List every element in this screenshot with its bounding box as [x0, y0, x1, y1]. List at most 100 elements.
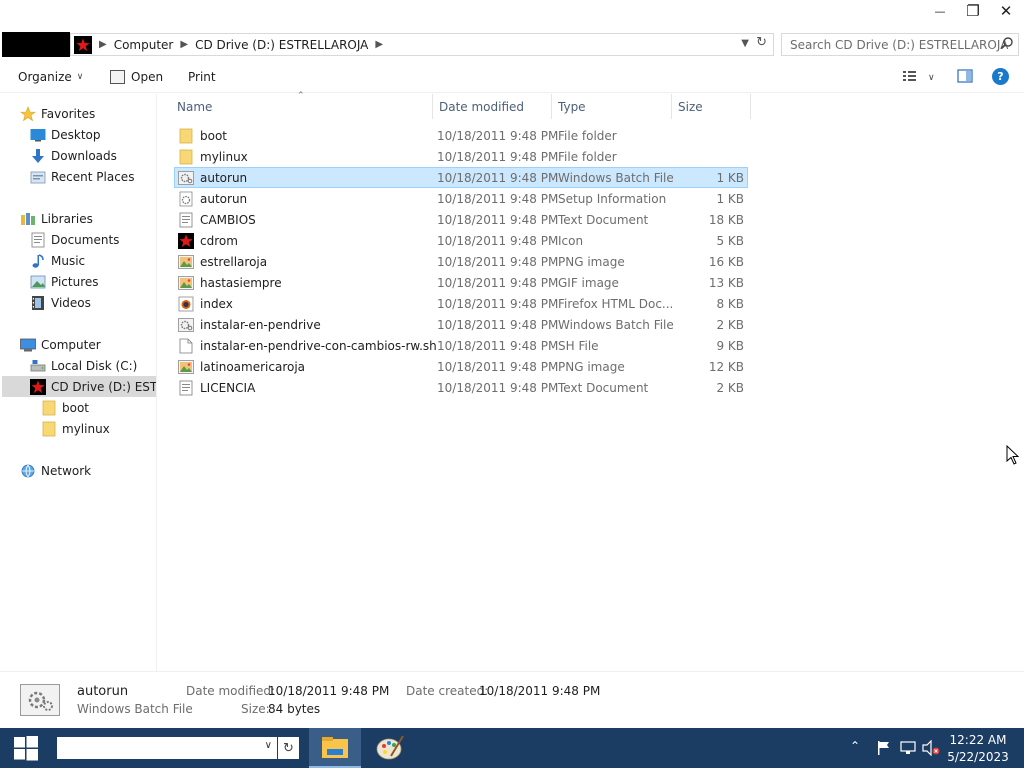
nav-music[interactable]: Music: [30, 250, 85, 271]
maximize-button[interactable]: ❐: [956, 0, 990, 22]
minimize-button[interactable]: —: [923, 0, 957, 22]
nav-videos[interactable]: Videos: [30, 292, 91, 313]
taskbar-file-explorer[interactable]: [309, 728, 361, 768]
print-button[interactable]: Print: [188, 70, 216, 84]
nav-downloads[interactable]: Downloads: [30, 145, 117, 166]
back-forward-buttons[interactable]: [2, 32, 70, 57]
file-row[interactable]: autorun 10/18/2011 9:48 PM Setup Informati…: [174, 188, 748, 209]
taskbar: ∨ ↻ ⌃ 12:22 AM 5/22/2023: [0, 728, 1024, 768]
nav-cd-drive[interactable]: CD Drive (D:) ESTRELLAROJA: [2, 376, 157, 397]
file-row[interactable]: mylinux 10/18/2011 9:48 PM File folder: [174, 146, 748, 167]
nav-pictures[interactable]: Pictures: [30, 271, 99, 292]
file-row[interactable]: instalar-en-pendrive 10/18/2011 9:48 PM Wi…: [174, 314, 748, 335]
nav-libraries[interactable]: Libraries: [20, 208, 93, 229]
file-row[interactable]: LICENCIA 10/18/2011 9:48 PM Text Document 2…: [174, 377, 748, 398]
file-name-cell: instalar-en-pendrive-con-cambios-rw.sh: [178, 335, 437, 356]
address-bar[interactable]: ▶ Computer ▶ CD Drive (D:) ESTRELLAROJA …: [70, 33, 774, 56]
nav-computer[interactable]: Computer: [20, 334, 101, 355]
file-size: 8 KB: [716, 296, 744, 311]
file-date: 10/18/2011 9:48 PM: [437, 338, 559, 353]
file-row[interactable]: autorun 10/18/2011 9:48 PM Windows Batch F…: [174, 167, 748, 188]
file-name: hastasiempre: [200, 275, 282, 290]
column-header-type[interactable]: Type: [552, 94, 672, 119]
organize-button[interactable]: Organize ∨: [18, 70, 83, 84]
file-size: 1 KB: [716, 170, 744, 185]
download-arrow-icon: [30, 148, 46, 164]
column-header-size[interactable]: Size: [672, 94, 751, 119]
file-row[interactable]: hastasiempre 10/18/2011 9:48 PM GIF image 1…: [174, 272, 748, 293]
file-date: 10/18/2011 9:48 PM: [437, 296, 559, 311]
taskbar-paint[interactable]: [364, 728, 416, 768]
explorer-window: — ❐ ✕ ▶ Computer ▶ CD Drive (D:) ESTRELL…: [0, 0, 1024, 728]
nav-mylinux-folder[interactable]: mylinux: [41, 418, 110, 439]
breadcrumb-computer[interactable]: Computer: [114, 38, 174, 52]
file-name-cell: autorun: [178, 167, 247, 188]
blank-file-icon: [178, 338, 194, 354]
file-row[interactable]: cdrom 10/18/2011 9:48 PM Icon 5 KB: [174, 230, 748, 251]
column-header-name[interactable]: Name: [171, 94, 433, 119]
file-date: 10/18/2011 9:48 PM: [437, 170, 559, 185]
file-row[interactable]: CAMBIOS 10/18/2011 9:48 PM Text Document 18…: [174, 209, 748, 230]
nav-recent-places[interactable]: Recent Places: [30, 166, 134, 187]
open-button[interactable]: Open: [110, 70, 163, 84]
file-date: 10/18/2011 9:48 PM: [437, 359, 559, 374]
network-tray-icon[interactable]: [900, 741, 916, 758]
file-size: 9 KB: [716, 338, 744, 353]
chevron-down-icon[interactable]: ∨: [265, 740, 272, 751]
red-star-icon: [30, 378, 46, 395]
navigation-pane: Favorites Desktop Downloads Recent Place…: [0, 94, 157, 671]
nav-local-disk[interactable]: Local Disk (C:): [30, 355, 137, 376]
column-label: Date modified: [439, 99, 525, 114]
start-button[interactable]: [0, 728, 52, 768]
file-list: ⌃ Name Date modified Type Size boot 10/18…: [158, 91, 1024, 671]
nav-label: Recent Places: [51, 169, 135, 184]
nav-label: CD Drive (D:) ESTRELLAROJA: [51, 379, 157, 394]
search-input[interactable]: Search CD Drive (D:) ESTRELLAROJA: [781, 33, 1019, 56]
address-dropdown-icon[interactable]: ▼: [741, 38, 749, 49]
refresh-icon[interactable]: ↻: [756, 35, 767, 50]
file-type: PNG image: [558, 359, 625, 374]
clock[interactable]: 12:22 AM 5/22/2023: [945, 732, 1011, 766]
nav-label: Documents: [51, 232, 120, 247]
file-name: boot: [200, 128, 228, 143]
file-row[interactable]: index 10/18/2011 9:48 PM Firefox HTML Doc.…: [174, 293, 748, 314]
details-file-type: Windows Batch File: [77, 702, 193, 716]
title-bar[interactable]: — ❐ ✕: [0, 0, 1024, 30]
nav-label: Favorites: [41, 106, 96, 121]
file-name: autorun: [200, 170, 248, 185]
file-type: Windows Batch File: [558, 317, 674, 332]
column-header-date-modified[interactable]: Date modified: [433, 94, 552, 119]
firefox-html-icon: [178, 296, 194, 312]
nav-desktop[interactable]: Desktop: [30, 124, 101, 145]
change-view-button[interactable]: ∨: [902, 69, 935, 86]
nav-boot-folder[interactable]: boot: [41, 397, 89, 418]
file-name: instalar-en-pendrive-con-cambios-rw.sh: [200, 338, 437, 353]
action-center-flag-icon[interactable]: [877, 740, 891, 759]
preview-pane-button[interactable]: [957, 69, 973, 86]
file-row[interactable]: boot 10/18/2011 9:48 PM File folder: [174, 125, 748, 146]
red-star-icon: [178, 232, 194, 249]
organize-label: Organize: [18, 70, 72, 84]
close-icon: ✕: [999, 2, 1013, 20]
nav-label: Pictures: [51, 274, 99, 289]
file-row[interactable]: instalar-en-pendrive-con-cambios-rw.sh 10…: [174, 335, 748, 356]
search-placeholder: Search CD Drive (D:) ESTRELLAROJA: [790, 37, 1009, 52]
file-row[interactable]: estrellaroja 10/18/2011 9:48 PM PNG image 1…: [174, 251, 748, 272]
nav-network[interactable]: Network: [20, 460, 91, 481]
nav-favorites[interactable]: Favorites: [20, 103, 95, 124]
file-name: mylinux: [200, 149, 248, 164]
taskbar-address-input[interactable]: ∨: [57, 737, 277, 759]
close-button[interactable]: ✕: [989, 0, 1023, 22]
help-button[interactable]: ?: [992, 68, 1009, 85]
volume-muted-icon[interactable]: [922, 739, 940, 759]
nav-documents[interactable]: Documents: [30, 229, 119, 250]
file-date: 10/18/2011 9:48 PM: [437, 275, 559, 290]
file-type: File folder: [558, 128, 617, 143]
file-row[interactable]: latinoamericaroja 10/18/2011 9:48 PM PNG i…: [174, 356, 748, 377]
taskbar-refresh-button[interactable]: ↻: [278, 737, 299, 759]
folder-icon: [178, 149, 194, 165]
show-hidden-icons-button[interactable]: ⌃: [850, 739, 860, 753]
breadcrumb-cd-drive[interactable]: CD Drive (D:) ESTRELLAROJA: [195, 38, 368, 52]
nav-label: Videos: [51, 295, 91, 310]
file-type: Text Document: [558, 212, 649, 227]
